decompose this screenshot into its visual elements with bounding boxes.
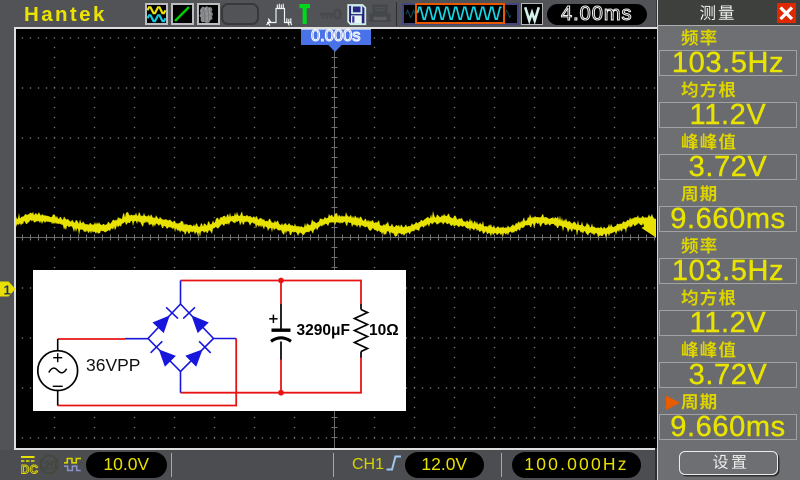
- svg-text:DC: DC: [21, 465, 39, 477]
- svg-text:20: 20: [44, 461, 57, 473]
